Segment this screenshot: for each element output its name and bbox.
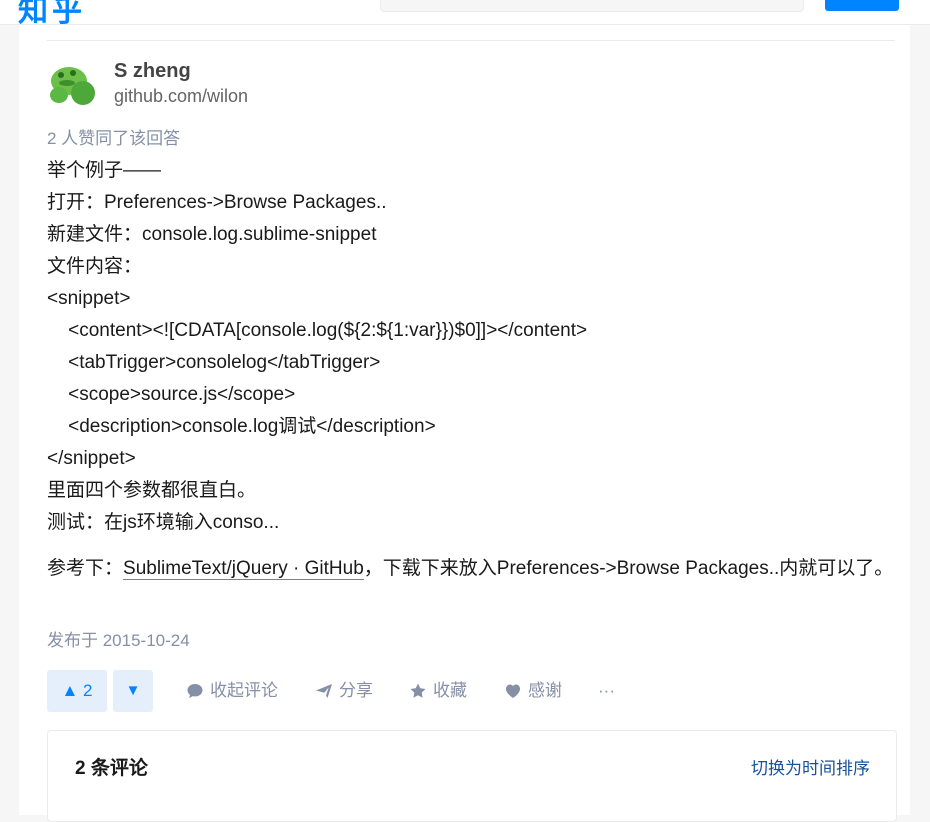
thanks-label: 感谢 <box>528 681 562 700</box>
vote-summary[interactable]: 2 人赞同了该回答 <box>47 124 180 149</box>
publish-date[interactable]: 发布于 2015-10-24 <box>47 626 190 651</box>
divider <box>47 40 895 41</box>
comment-icon <box>186 682 204 700</box>
content-line: 打开：Preferences->Browse Packages.. <box>47 192 387 213</box>
share-label: 分享 <box>339 681 373 700</box>
answer-content: 举个例子—— 打开：Preferences->Browse Packages..… <box>47 155 897 585</box>
sort-toggle-button[interactable]: 切换为时间排序 <box>751 754 870 779</box>
collapse-comments-button[interactable]: 收起评论 <box>186 680 278 702</box>
comments-count: 2 条评论 <box>75 758 148 779</box>
content-line: 里面四个参数都很直白。 <box>47 480 257 501</box>
more-options-button[interactable]: ··· <box>598 680 615 702</box>
content-line: <description>console.log调试</description> <box>47 416 436 437</box>
triangle-up-icon: ▲ <box>61 681 79 700</box>
author-name[interactable]: S zheng <box>114 60 191 83</box>
content-line: <tabTrigger>consolelog</tabTrigger> <box>47 352 381 373</box>
comments-panel: 2 条评论 切换为时间排序 <box>47 730 897 822</box>
content-line: 举个例子—— <box>47 160 162 181</box>
collapse-comments-label: 收起评论 <box>210 681 278 700</box>
favorite-label: 收藏 <box>433 681 467 700</box>
content-line: </snippet> <box>47 448 136 469</box>
triangle-down-icon: ▼ <box>125 682 141 699</box>
search-input[interactable] <box>380 0 804 12</box>
github-link[interactable]: SublimeText/jQuery · GitHub <box>123 558 364 580</box>
downvote-button[interactable]: ▼ <box>113 670 153 712</box>
content-line: 新建文件：console.log.sublime-snippet <box>47 224 377 245</box>
content-line: <content><![CDATA[console.log(${2:${1:va… <box>47 320 588 341</box>
thanks-button[interactable]: 感谢 <box>504 680 562 702</box>
heart-icon <box>504 682 522 700</box>
upvote-count: 2 <box>83 681 93 700</box>
top-bar: 知乎 <box>0 0 930 28</box>
more-icon: ··· <box>598 681 615 700</box>
content-line: 文件内容： <box>47 256 143 277</box>
author-bio: github.com/wilon <box>114 86 249 106</box>
content-line: 测试：在js环境输入conso... <box>47 512 280 533</box>
avatar[interactable] <box>47 59 95 107</box>
ask-question-button[interactable] <box>825 0 899 11</box>
reference-prefix: 参考下： <box>47 558 124 579</box>
paper-plane-icon <box>315 682 333 700</box>
favorite-button[interactable]: 收藏 <box>409 680 467 702</box>
content-line: <snippet> <box>47 288 131 309</box>
share-button[interactable]: 分享 <box>315 680 373 702</box>
answer-card: S zheng github.com/wilon 2 人赞同了该回答 举个例子—… <box>19 25 910 822</box>
reference-paragraph: 参考下：SublimeText/jQuery · GitHub，下载下来放入Pr… <box>47 553 897 585</box>
content-line: <scope>source.js</scope> <box>47 384 296 405</box>
upvote-button[interactable]: ▲ 2 <box>47 670 107 712</box>
star-icon <box>409 682 427 700</box>
reference-suffix: ，下载下来放入Preferences->Browse Packages..内就可… <box>363 558 894 579</box>
